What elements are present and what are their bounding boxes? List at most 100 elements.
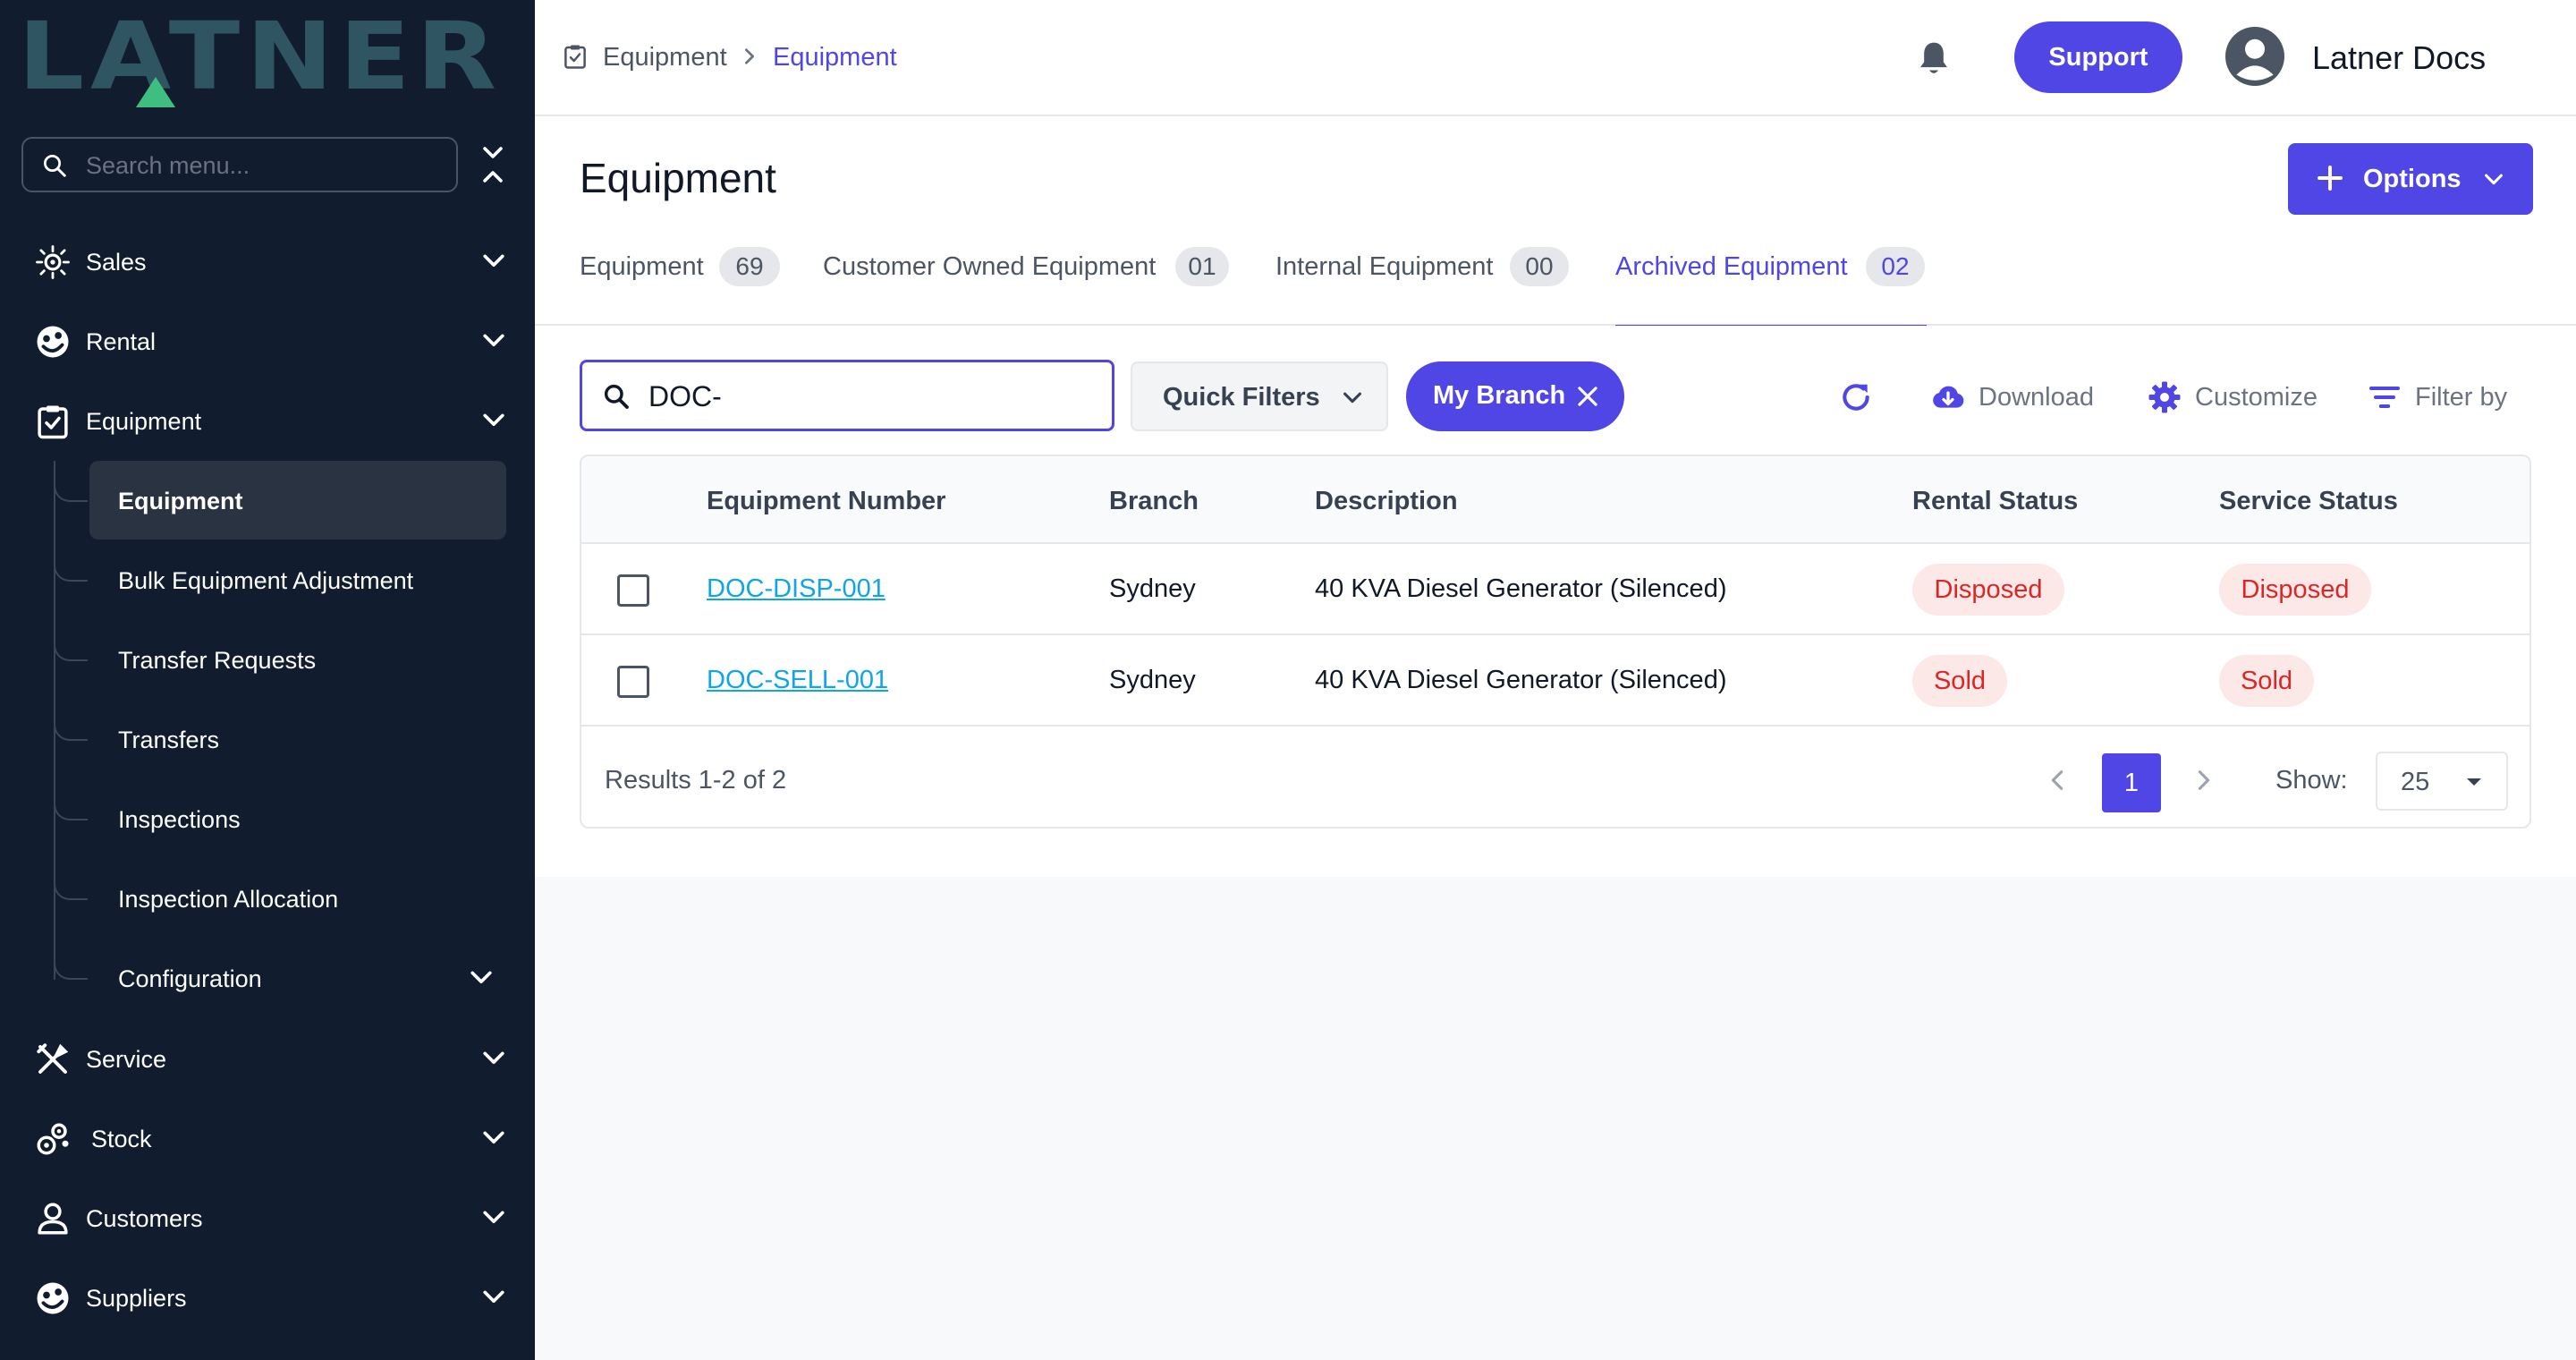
sidebar-item-label: Suppliers — [86, 1285, 187, 1312]
download-button[interactable]: Download — [1930, 379, 2109, 415]
top-bar: Equipment Equipment Support Latner Docs — [535, 0, 2576, 116]
sidebar-item-stock[interactable]: Stock — [0, 1102, 535, 1174]
column-header-service-status[interactable]: Service Status — [2219, 487, 2398, 516]
stock-icon — [37, 1123, 69, 1155]
filter-by-label: Filter by — [2415, 383, 2508, 412]
sidebar-item-equipment[interactable]: Equipment — [0, 385, 535, 456]
column-header-rental-status[interactable]: Rental Status — [1912, 487, 2078, 516]
table-row[interactable]: DOC-SELL-001 Sydney 40 KVA Diesel Genera… — [581, 635, 2529, 727]
logo-triangle-icon — [136, 77, 175, 107]
sidebar-subitem-transfer-requests[interactable]: Transfer Requests — [0, 620, 535, 697]
page-header: Equipment Options Equipment 69 Customer … — [535, 116, 2576, 327]
avatar[interactable] — [2225, 27, 2284, 86]
page-size-label: Show: — [2275, 766, 2348, 795]
equipment-number-link[interactable]: DOC-SELL-001 — [707, 666, 888, 695]
filter-by-button[interactable]: Filter by — [2367, 379, 2546, 415]
page-size-value: 25 — [2401, 768, 2430, 796]
sidebar-item-label: Sales — [86, 249, 147, 276]
table-row[interactable]: DOC-DISP-001 Sydney 40 KVA Diesel Genera… — [581, 544, 2529, 635]
sidebar-item-customers[interactable]: Customers — [0, 1182, 535, 1254]
sidebar-item-service[interactable]: Service — [0, 1023, 535, 1094]
page-size-select[interactable]: 25 — [2376, 752, 2508, 811]
sidebar-subitem-configuration[interactable]: Configuration — [0, 939, 535, 1016]
close-icon[interactable] — [1576, 385, 1599, 408]
pagination-current-page[interactable]: 1 — [2102, 753, 2161, 812]
sidebar-item-sales[interactable]: Sales — [0, 225, 535, 297]
tab-customer-owned-equipment[interactable]: Customer Owned Equipment 01 — [823, 240, 1229, 326]
equipment-search-input[interactable] — [648, 375, 1096, 418]
latner-logo[interactable]: LATNER — [18, 10, 501, 107]
sidebar-subitem-equipment[interactable]: Equipment — [0, 461, 535, 540]
sidebar-item-label: Stock — [91, 1126, 152, 1152]
sidebar-item-label: Service — [86, 1046, 167, 1073]
my-branch-filter-chip[interactable]: My Branch — [1406, 361, 1624, 431]
equipment-table: Equipment Number Branch Description Rent… — [580, 455, 2531, 829]
filter-lines-icon — [2369, 387, 2400, 408]
refresh-icon[interactable] — [1839, 379, 1873, 415]
sidebar-subitem-label: Bulk Equipment Adjustment — [118, 567, 414, 594]
tab-count-badge: 00 — [1510, 247, 1569, 286]
column-header-equipment-number[interactable]: Equipment Number — [707, 487, 945, 516]
bell-icon[interactable] — [1916, 39, 1952, 79]
sidebar-search-input[interactable] — [86, 148, 444, 183]
chevron-down-icon — [483, 334, 504, 347]
service-status-badge: Disposed — [2219, 564, 2371, 616]
user-icon — [38, 1203, 68, 1235]
chevron-down-icon — [483, 254, 504, 268]
row-checkbox[interactable] — [617, 574, 649, 607]
sidebar-subitem-inspection-allocation[interactable]: Inspection Allocation — [0, 859, 535, 936]
quick-filters-dropdown[interactable]: Quick Filters — [1131, 361, 1388, 431]
chevron-down-icon — [483, 1131, 504, 1144]
column-header-description[interactable]: Description — [1315, 487, 1458, 516]
search-icon — [44, 155, 66, 177]
column-header-branch[interactable]: Branch — [1109, 487, 1199, 516]
chevron-down-icon — [483, 1211, 504, 1224]
sidebar-item-rental[interactable]: Rental — [0, 305, 535, 377]
results-count: Results 1-2 of 2 — [605, 766, 787, 795]
tab-count-badge: 69 — [719, 247, 780, 286]
sidebar-subitem-label: Configuration — [118, 965, 262, 992]
breadcrumb-current[interactable]: Equipment — [773, 43, 897, 72]
chevron-down-icon — [1343, 392, 1361, 404]
tab-internal-equipment[interactable]: Internal Equipment 00 — [1275, 240, 1574, 326]
collapse-menu-icon[interactable] — [479, 143, 506, 186]
suppliers-icon — [37, 1282, 69, 1314]
equipment-number-link[interactable]: DOC-DISP-001 — [707, 574, 886, 604]
tree-connector — [54, 461, 88, 502]
tree-connector — [54, 859, 88, 900]
chevron-right-icon — [744, 48, 755, 64]
tab-count-badge: 02 — [1866, 247, 1925, 286]
equipment-clipboard-icon — [38, 405, 68, 439]
quick-filters-label: Quick Filters — [1163, 383, 1320, 412]
rental-icon — [37, 326, 69, 358]
sidebar: LATNER Sales — [0, 0, 535, 1360]
tab-label: Customer Owned Equipment — [823, 252, 1157, 281]
customize-button[interactable]: Customize — [2147, 379, 2361, 415]
sidebar-subitem-label: Inspections — [118, 806, 241, 833]
tree-connector — [54, 620, 88, 661]
sidebar-subitem-transfers[interactable]: Transfers — [0, 700, 535, 777]
sidebar-subitem-bulk-adjustment[interactable]: Bulk Equipment Adjustment — [0, 540, 535, 617]
equipment-list-panel: Quick Filters My Branch Download — [535, 326, 2576, 877]
branch-cell: Sydney — [1109, 574, 1196, 603]
sidebar-search[interactable] — [21, 137, 458, 192]
chevron-left-icon[interactable] — [2048, 768, 2066, 793]
equipment-search[interactable] — [580, 360, 1114, 431]
description-cell: 40 KVA Diesel Generator (Silenced) — [1315, 574, 1727, 603]
sidebar-subitem-label: Equipment — [118, 488, 243, 514]
chevron-right-icon[interactable] — [2195, 768, 2213, 793]
tab-archived-equipment[interactable]: Archived Equipment 02 — [1615, 240, 1928, 327]
options-button[interactable]: Options — [2288, 143, 2533, 215]
download-label: Download — [1979, 383, 2094, 412]
caret-down-icon — [2467, 778, 2481, 786]
row-checkbox[interactable] — [617, 666, 649, 698]
support-button[interactable]: Support — [2014, 21, 2182, 93]
breadcrumb-item-equipment[interactable]: Equipment — [603, 43, 727, 72]
sidebar-subitem-inspections[interactable]: Inspections — [0, 779, 535, 856]
service-status-badge: Sold — [2219, 655, 2314, 707]
tab-equipment[interactable]: Equipment 69 — [580, 240, 780, 326]
user-name[interactable]: Latner Docs — [2312, 39, 2486, 77]
description-cell: 40 KVA Diesel Generator (Silenced) — [1315, 666, 1727, 694]
tab-label: Archived Equipment — [1615, 252, 1848, 281]
sidebar-item-suppliers[interactable]: Suppliers — [0, 1262, 535, 1333]
